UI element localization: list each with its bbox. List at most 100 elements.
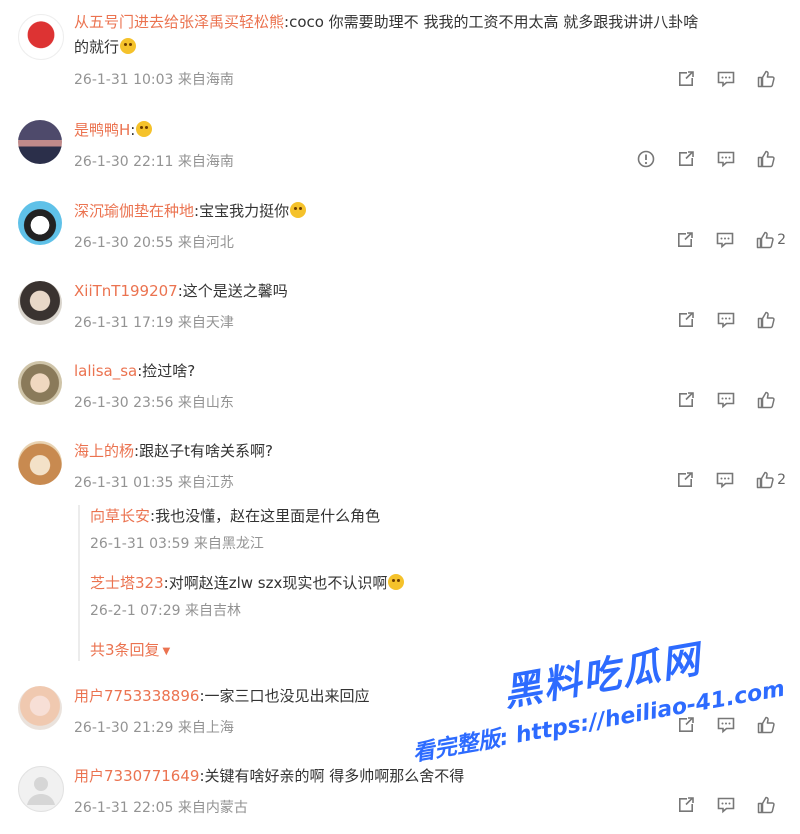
comment-button[interactable] xyxy=(706,148,746,170)
comment-icon xyxy=(715,470,735,490)
comment-text: lalisa_sa:捡过啥? xyxy=(74,362,196,380)
cheering-emoji-icon xyxy=(290,202,307,218)
comment-item: 用户7330771649:关键有啥好亲的啊 得多帅啊那么舍不得 26-1-31 … xyxy=(0,764,800,824)
comment-text: 从五号门进去给张泽禹买轻松熊:coco 你需要助理不 我我的工资不用太高 就多跟… xyxy=(74,13,699,56)
share-icon xyxy=(676,69,696,89)
comment-meta: 26-1-30 20:55 来自河北 xyxy=(74,235,234,251)
thumbs-up-icon xyxy=(756,715,776,735)
comment-meta: 26-1-31 10:03 来自海南 xyxy=(74,72,234,88)
comment-item: 用户7753338896:一家三口也没见出来回应 26-1-30 21:29 来… xyxy=(0,684,800,744)
comment-icon xyxy=(716,715,736,735)
share-icon xyxy=(676,390,696,410)
share-button[interactable] xyxy=(666,148,706,170)
reply-meta: 26-1-31 03:59 来自黑龙江 xyxy=(90,536,264,552)
reply-meta: 26-2-1 07:29 来自吉林 xyxy=(90,603,241,619)
like-button[interactable]: 2 xyxy=(745,229,786,251)
share-button[interactable] xyxy=(666,714,706,736)
reply-item: 芝士塔323:对啊赵连zlw szx现实也不认识啊 26-2-1 07:29 来… xyxy=(90,572,770,620)
avatar[interactable] xyxy=(18,361,62,405)
reply-thread: 向草长安:我也没懂，赵在这里面是什么角色 26-1-31 03:59 来自黑龙江… xyxy=(78,505,770,661)
username-link[interactable]: 用户7753338896 xyxy=(74,687,199,705)
comment-button[interactable] xyxy=(706,389,746,411)
share-icon xyxy=(675,230,695,250)
share-button[interactable] xyxy=(665,469,705,491)
comment-button[interactable] xyxy=(706,714,746,736)
caret-down-icon: ▼ xyxy=(162,646,171,657)
avatar[interactable] xyxy=(18,441,62,485)
share-button[interactable] xyxy=(666,309,706,331)
username-link[interactable]: 芝士塔323 xyxy=(90,574,164,592)
thumbs-up-icon xyxy=(756,390,776,410)
like-button[interactable] xyxy=(746,794,786,816)
comment-icon xyxy=(716,795,736,815)
report-button[interactable] xyxy=(626,148,666,170)
more-replies-link[interactable]: 共3条回复 ▼ xyxy=(90,639,170,660)
like-button[interactable] xyxy=(746,389,786,411)
comment-item: 海上的杨:跟赵子t有啥关系啊? 26-1-31 01:35 来自江苏 2 xyxy=(0,439,800,499)
laughing-emoji-icon xyxy=(136,121,153,137)
avatar[interactable] xyxy=(18,201,62,245)
laughing-emoji-icon xyxy=(388,574,405,590)
reply-text: 向草长安:我也没懂，赵在这里面是什么角色 xyxy=(90,507,381,525)
username-link[interactable]: 从五号门进去给张泽禹买轻松熊 xyxy=(74,13,284,31)
comment-item: XiiTnT199207:这个是送之馨吗 26-1-31 17:19 来自天津 xyxy=(0,279,800,339)
default-avatar[interactable] xyxy=(18,766,64,812)
share-button[interactable] xyxy=(666,794,706,816)
like-button[interactable] xyxy=(746,309,786,331)
comment-icon xyxy=(715,230,735,250)
thumbs-up-icon xyxy=(756,69,776,89)
comment-meta: 26-1-30 23:56 来自山东 xyxy=(74,395,234,411)
username-link[interactable]: lalisa_sa xyxy=(74,362,137,380)
like-button[interactable] xyxy=(746,148,786,170)
username-link[interactable]: XiiTnT199207 xyxy=(74,282,178,300)
comment-meta: 26-1-30 22:11 来自海南 xyxy=(74,154,234,170)
share-icon xyxy=(675,470,695,490)
share-icon xyxy=(676,715,696,735)
username-link[interactable]: 深沉瑜伽垫在种地 xyxy=(74,202,194,220)
comment-item: 深沉瑜伽垫在种地:宝宝我力挺你 26-1-30 20:55 来自河北 2 xyxy=(0,199,800,259)
thumbs-up-icon xyxy=(756,310,776,330)
share-button[interactable] xyxy=(666,68,706,90)
avatar[interactable] xyxy=(18,686,62,730)
reply-text: 芝士塔323:对啊赵连zlw szx现实也不认识啊 xyxy=(90,572,770,594)
username-link[interactable]: 用户7330771649 xyxy=(74,767,199,785)
comment-text: 深沉瑜伽垫在种地:宝宝我力挺你 xyxy=(74,199,786,224)
comment-text: XiiTnT199207:这个是送之馨吗 xyxy=(74,282,288,300)
share-icon xyxy=(676,149,696,169)
like-button[interactable]: 2 xyxy=(745,469,786,491)
like-count: 2 xyxy=(777,232,786,248)
comment-meta: 26-1-30 21:29 来自上海 xyxy=(74,720,234,736)
username-link[interactable]: 海上的杨 xyxy=(74,442,134,460)
comment-button[interactable] xyxy=(706,309,746,331)
thumbs-up-icon xyxy=(756,149,776,169)
username-link[interactable]: 是鸭鸭H xyxy=(74,121,130,139)
reply-item: 向草长安:我也没懂，赵在这里面是什么角色 26-1-31 03:59 来自黑龙江 xyxy=(90,505,770,553)
comment-text: 是鸭鸭H: xyxy=(74,118,786,143)
user-silhouette-icon xyxy=(27,777,55,805)
comment-icon xyxy=(716,390,736,410)
comment-icon xyxy=(716,310,736,330)
comment-item: 从五号门进去给张泽禹买轻松熊:coco 你需要助理不 我我的工资不用太高 就多跟… xyxy=(0,10,800,100)
comment-button[interactable] xyxy=(705,229,745,251)
share-icon xyxy=(676,310,696,330)
comment-item: 是鸭鸭H: 26-1-30 22:11 来自海南 xyxy=(0,118,800,178)
thumbs-up-icon xyxy=(756,795,776,815)
comment-button[interactable] xyxy=(706,794,746,816)
username-link[interactable]: 向草长安 xyxy=(90,507,150,525)
comment-button[interactable] xyxy=(705,469,745,491)
comment-meta: 26-1-31 01:35 来自江苏 xyxy=(74,475,234,491)
share-button[interactable] xyxy=(665,229,705,251)
like-button[interactable] xyxy=(746,714,786,736)
comment-button[interactable] xyxy=(706,68,746,90)
avatar[interactable] xyxy=(18,281,62,325)
share-button[interactable] xyxy=(666,389,706,411)
like-count: 2 xyxy=(777,472,786,488)
like-button[interactable] xyxy=(746,68,786,90)
comment-icon xyxy=(716,149,736,169)
crying-emoji-icon xyxy=(120,38,137,54)
warning-icon xyxy=(636,149,656,169)
avatar[interactable] xyxy=(18,14,64,60)
avatar[interactable] xyxy=(18,120,62,164)
comment-text: 海上的杨:跟赵子t有啥关系啊? xyxy=(74,442,273,460)
comment-text: 用户7753338896:一家三口也没见出来回应 xyxy=(74,687,370,705)
